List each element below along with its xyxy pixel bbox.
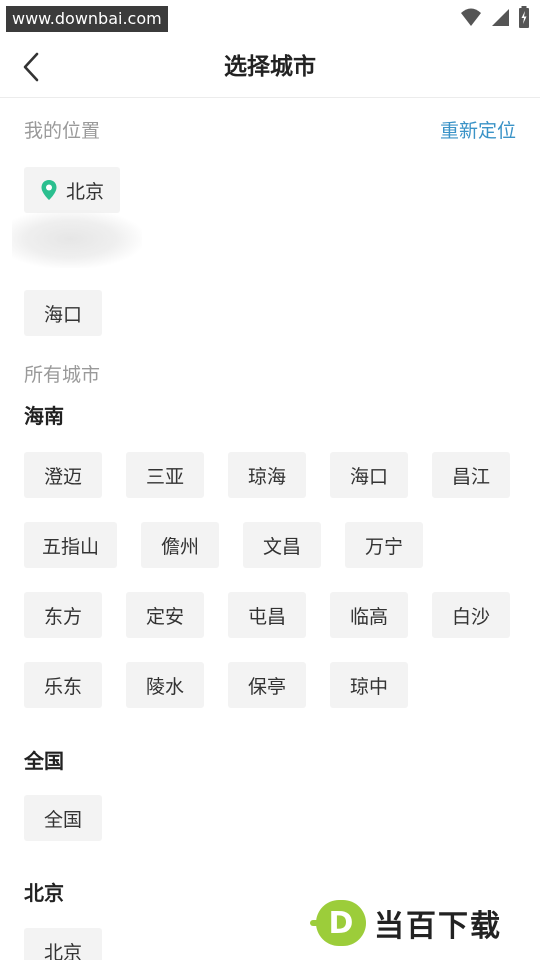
group-title-hainan: 海南: [24, 404, 64, 428]
city-chip[interactable]: 屯昌: [228, 592, 306, 638]
city-chip[interactable]: 临高: [330, 592, 408, 638]
brand-logo-text: 当百下载: [374, 909, 502, 944]
status-bar: www.downbai.com: [0, 0, 540, 36]
city-chip[interactable]: 琼中: [330, 662, 408, 708]
current-location-chip[interactable]: 北京: [24, 167, 121, 213]
city-row: 乐东 陵水 保亭 琼中: [24, 662, 408, 708]
group-title-beijing: 北京: [24, 881, 64, 905]
city-chip[interactable]: 万宁: [345, 522, 424, 568]
all-cities-label: 所有城市: [24, 364, 101, 386]
current-location-city: 北京: [66, 180, 105, 203]
my-location-row: 我的位置 重新定位: [24, 112, 516, 146]
wifi-icon: [461, 8, 481, 26]
brand-logo: D 当百下载: [310, 900, 502, 946]
my-location-label: 我的位置: [24, 119, 101, 142]
city-chip[interactable]: 澄迈: [24, 452, 102, 498]
relocate-button[interactable]: 重新定位: [440, 116, 516, 143]
city-chip[interactable]: 定安: [126, 592, 204, 638]
city-chip[interactable]: 儋州: [141, 522, 220, 568]
watermark-url: www.downbai.com: [6, 6, 168, 32]
city-chip[interactable]: 琼海: [228, 452, 306, 498]
city-chip[interactable]: 白沙: [432, 592, 510, 638]
recent-city-chip[interactable]: 海口: [24, 290, 102, 336]
city-row: 全国: [24, 795, 102, 841]
city-row: 东方 定安 屯昌 临高 白沙: [24, 592, 510, 638]
city-chip[interactable]: 五指山: [24, 522, 118, 568]
city-chip[interactable]: 乐东: [24, 662, 102, 708]
city-chip[interactable]: 昌江: [432, 452, 510, 498]
city-chip[interactable]: 全国: [24, 795, 102, 841]
signal-icon: [492, 9, 509, 26]
page-title: 选择城市: [224, 54, 316, 80]
city-chip[interactable]: 文昌: [243, 522, 322, 568]
brand-logo-mark: D: [310, 900, 366, 946]
city-row: 五指山 儋州 文昌 万宁: [24, 522, 424, 568]
header: 选择城市: [0, 36, 540, 98]
city-chip[interactable]: 海口: [330, 452, 408, 498]
city-row: 澄迈 三亚 琼海 海口 昌江: [24, 452, 510, 498]
city-chip[interactable]: 东方: [24, 592, 102, 638]
group-title-national: 全国: [24, 749, 64, 773]
battery-charging-icon: [519, 6, 529, 28]
status-icons: [460, 6, 530, 28]
city-chip[interactable]: 陵水: [126, 662, 204, 708]
city-chip[interactable]: 保亭: [228, 662, 306, 708]
city-row: 北京: [24, 928, 102, 960]
city-chip[interactable]: 三亚: [126, 452, 204, 498]
blurred-region: [12, 210, 142, 268]
location-pin-icon: [41, 180, 57, 200]
city-chip[interactable]: 北京: [24, 928, 102, 960]
